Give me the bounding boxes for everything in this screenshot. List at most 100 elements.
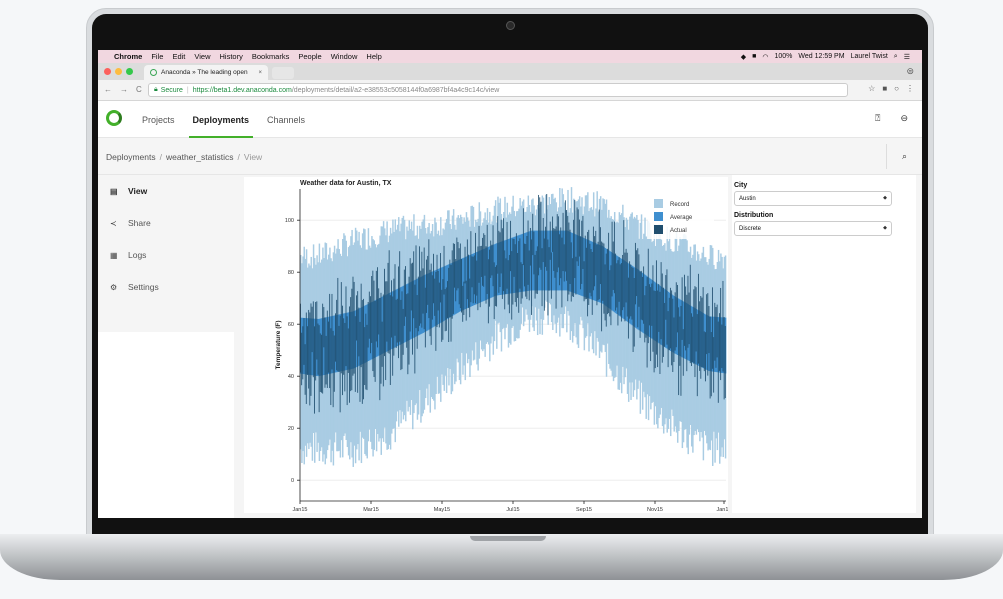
- menu-app-name[interactable]: Chrome: [114, 52, 142, 61]
- actual-bar: [472, 256, 474, 304]
- actual-bar: [581, 220, 583, 284]
- chrome-menu-icon[interactable]: ⋮: [906, 84, 914, 93]
- actual-bar: [638, 254, 640, 307]
- search-icon[interactable]: ⌕: [886, 144, 922, 169]
- actual-bar: [358, 307, 360, 357]
- wifi-icon[interactable]: ◠: [762, 53, 768, 61]
- status-icon-1[interactable]: ◆: [741, 53, 746, 61]
- browser-tab[interactable]: Anaconda » The leading open ×: [144, 65, 268, 80]
- actual-bar: [651, 283, 653, 326]
- sidebar-item-logs[interactable]: ▦ Logs: [98, 239, 234, 271]
- menu-window[interactable]: Window: [331, 52, 358, 61]
- nav-buttons: ← → C: [104, 85, 150, 94]
- actual-bar: [685, 286, 687, 351]
- city-select[interactable]: Austin ◆: [734, 191, 892, 206]
- actual-bar: [457, 242, 459, 289]
- actual-bar: [424, 287, 426, 348]
- sidebar-item-view[interactable]: ▤ View: [98, 175, 234, 207]
- tab-close-icon[interactable]: ×: [258, 70, 262, 76]
- actual-bar: [328, 321, 329, 373]
- toolbar-icons: ☆ ■ ○ ⋮: [861, 84, 914, 93]
- actual-bar: [443, 245, 445, 295]
- legend-label: Actual: [670, 228, 687, 234]
- help-icon[interactable]: ⍰: [875, 113, 880, 124]
- actual-bar: [331, 293, 333, 370]
- bookmark-star-icon[interactable]: ☆: [868, 84, 875, 93]
- back-icon[interactable]: ←: [104, 85, 112, 94]
- menu-edit[interactable]: Edit: [172, 52, 185, 61]
- menu-history[interactable]: History: [220, 52, 243, 61]
- actual-bar: [421, 251, 423, 328]
- actual-bar: [447, 281, 448, 318]
- breadcrumb-deployment[interactable]: weather_statistics: [166, 152, 234, 162]
- actual-bar: [539, 197, 541, 268]
- extension-icon[interactable]: ■: [882, 84, 887, 93]
- actual-bar: [392, 296, 394, 376]
- reload-icon[interactable]: C: [136, 85, 142, 94]
- actual-bar: [708, 306, 710, 354]
- actual-bar: [393, 278, 395, 356]
- user-icon[interactable]: ⊖: [900, 113, 908, 124]
- distribution-select[interactable]: Discrete ◆: [734, 221, 892, 236]
- x-tick-label: Jan15: [293, 507, 308, 513]
- breadcrumb-deployments[interactable]: Deployments: [106, 152, 156, 162]
- spotlight-icon[interactable]: ⌕: [894, 53, 898, 61]
- actual-bar: [585, 247, 587, 299]
- actual-bar: [521, 263, 523, 299]
- menu-help[interactable]: Help: [366, 52, 381, 61]
- actual-bar: [510, 220, 512, 272]
- actual-bar: [603, 243, 605, 314]
- actual-bar: [462, 285, 464, 322]
- legend-swatch: [654, 225, 663, 234]
- status-icon-2[interactable]: ■: [752, 53, 756, 60]
- url-bar[interactable]: 🔒︎ Secure | https://beta1.dev.anaconda.c…: [148, 83, 848, 97]
- minimize-window-button[interactable]: [115, 68, 122, 75]
- menu-file[interactable]: File: [151, 52, 163, 61]
- profile-icon[interactable]: ⊜: [906, 66, 914, 77]
- actual-bar: [680, 305, 682, 396]
- actual-bar: [435, 271, 437, 351]
- extension-circle-icon[interactable]: ○: [894, 84, 899, 93]
- actual-bar: [535, 250, 537, 294]
- actual-bar: [626, 252, 628, 317]
- actual-bar: [617, 260, 619, 326]
- menu-view[interactable]: View: [194, 52, 210, 61]
- forward-icon[interactable]: →: [120, 85, 128, 94]
- menu-bookmarks[interactable]: Bookmarks: [252, 52, 290, 61]
- actual-bar: [434, 278, 436, 316]
- user-name[interactable]: Laurel Twist: [851, 53, 888, 60]
- sidebar-item-share[interactable]: ≺ Share: [98, 207, 234, 239]
- y-tick-label: 80: [288, 270, 294, 276]
- actual-bar: [374, 300, 376, 382]
- new-tab-button[interactable]: [272, 67, 294, 79]
- actual-bar: [682, 329, 684, 376]
- actual-bar: [711, 287, 713, 369]
- actual-bar: [407, 293, 409, 375]
- y-axis-label: Temperature (F): [275, 321, 282, 370]
- menu-list-icon[interactable]: ☰: [904, 53, 910, 61]
- actual-bar: [575, 256, 577, 295]
- actual-bar: [438, 282, 440, 328]
- actual-bar: [359, 321, 361, 402]
- nav-deployments[interactable]: Deployments: [188, 101, 253, 138]
- actual-bar: [366, 324, 368, 391]
- actual-bar: [489, 249, 491, 307]
- actual-bar: [703, 331, 705, 372]
- menu-people[interactable]: People: [298, 52, 321, 61]
- maximize-window-button[interactable]: [126, 68, 133, 75]
- clock[interactable]: Wed 12:59 PM: [798, 53, 844, 60]
- actual-bar: [715, 307, 717, 368]
- sidebar-item-settings[interactable]: ⚙ Settings: [98, 271, 234, 303]
- actual-bar: [329, 293, 331, 389]
- actual-bar: [518, 241, 520, 313]
- actual-bar: [658, 284, 660, 332]
- actual-bar: [400, 299, 402, 371]
- actual-bar: [314, 326, 315, 414]
- anaconda-logo-icon[interactable]: [106, 110, 122, 126]
- nav-projects[interactable]: Projects: [142, 101, 175, 138]
- close-window-button[interactable]: [104, 68, 111, 75]
- actual-bar: [332, 330, 334, 408]
- nav-channels[interactable]: Channels: [267, 101, 305, 138]
- actual-bar: [568, 222, 570, 295]
- actual-bar: [611, 221, 613, 297]
